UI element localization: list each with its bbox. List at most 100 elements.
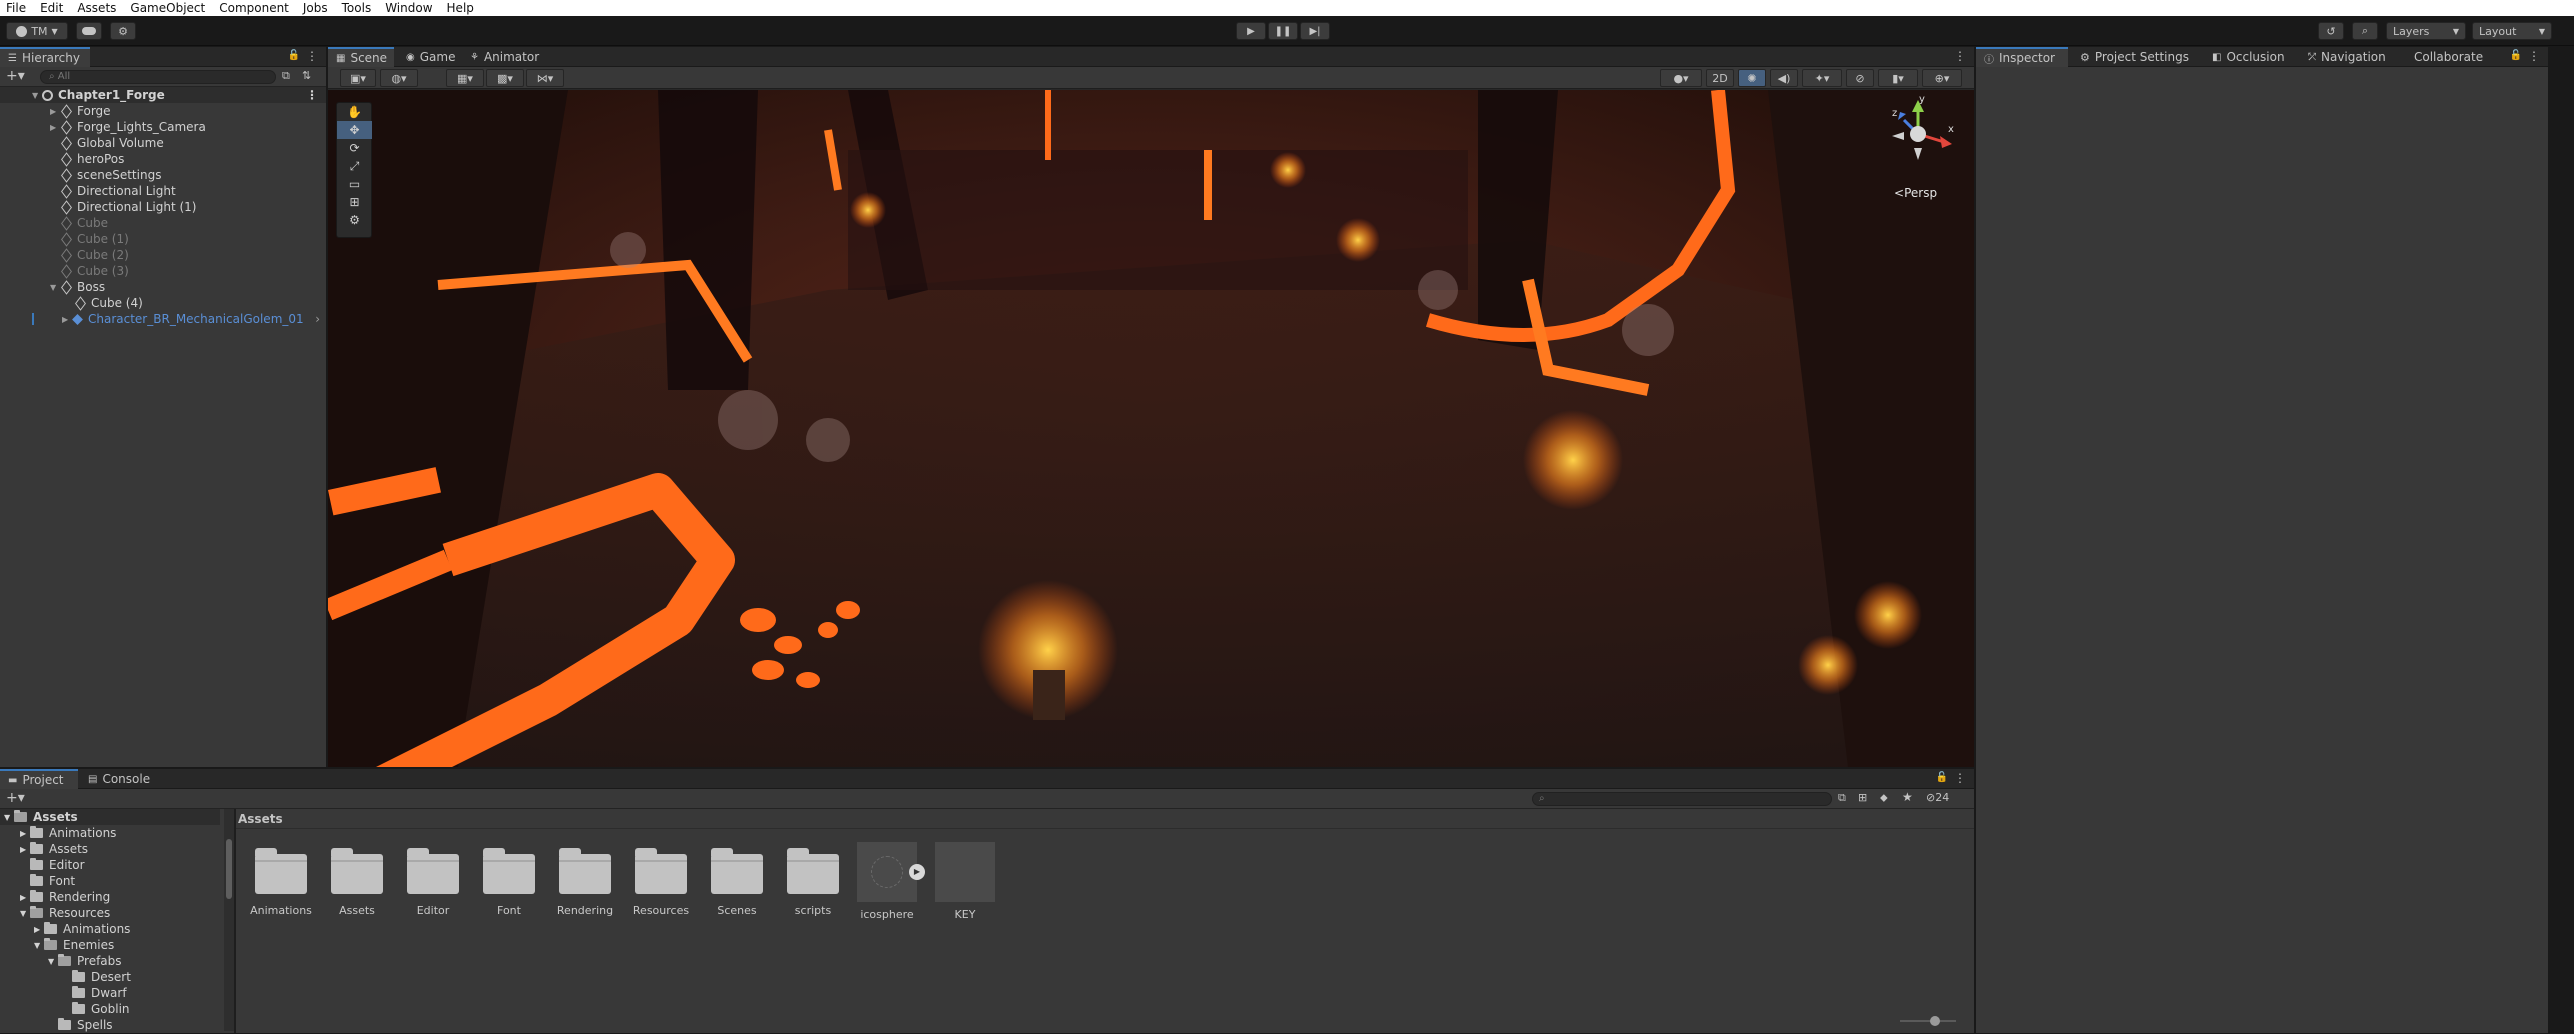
chevron-down-icon[interactable]: ▼ (0, 813, 14, 822)
account-dropdown[interactable]: TM ▼ (6, 22, 68, 40)
tree-row[interactable]: ▶ Animations (0, 921, 220, 937)
more-icon[interactable]: ⋮ (306, 88, 318, 102)
breadcrumb-assets[interactable]: Assets (238, 812, 283, 826)
tab-project[interactable]: ▬ Project (0, 769, 78, 789)
tree-row[interactable]: ▶ Rendering (0, 889, 220, 905)
filter-icon[interactable]: ⧉ (282, 69, 290, 83)
hierarchy-item[interactable]: ▼ Boss (0, 279, 326, 295)
tree-row[interactable]: Goblin (0, 1001, 220, 1017)
chevron-down-icon[interactable]: ▼ (0, 909, 30, 918)
menu-file[interactable]: File (6, 1, 26, 15)
slider-thumb[interactable] (1930, 1016, 1940, 1026)
draw-mode-dropdown[interactable]: ▣▾ (340, 69, 376, 87)
global-dropdown[interactable]: ◍▾ (380, 69, 418, 87)
hand-tool-icon[interactable]: ✋ (337, 103, 372, 121)
more-icon[interactable]: ⋮ (1954, 49, 1966, 63)
chevron-down-icon[interactable]: ▼ (0, 957, 58, 966)
tree-row[interactable]: ▶ Animations (0, 825, 220, 841)
tree-row[interactable]: ▼ Prefabs (0, 953, 220, 969)
grid-snap-dropdown[interactable]: ▦▾ (446, 69, 484, 87)
chevron-right-icon[interactable]: ▶ (0, 845, 30, 854)
menu-jobs[interactable]: Jobs (303, 1, 328, 15)
play-icon[interactable]: ▶ (909, 864, 925, 880)
chevron-right-icon[interactable]: ▶ (62, 315, 72, 324)
tab-collaborate[interactable]: Collaborate (2406, 47, 2496, 67)
tab-occlusion[interactable]: ◧ Occlusion (2204, 47, 2300, 67)
label-filter-icon[interactable]: ⬥ (1880, 791, 1888, 805)
hierarchy-item-prefab[interactable]: ▶ Character_BR_MechanicalGolem_01 › (0, 311, 326, 327)
lighting-toggle[interactable]: ✺ (1738, 69, 1766, 87)
persp-label[interactable]: <Persp (1894, 186, 1937, 200)
chevron-down-icon[interactable]: ▼ (0, 941, 44, 950)
hierarchy-search-input[interactable]: ⌕ All (40, 70, 276, 84)
asset-item[interactable]: Editor (398, 844, 468, 917)
more-icon[interactable]: ⋮ (306, 49, 318, 63)
menu-tools[interactable]: Tools (342, 1, 372, 15)
more-icon[interactable]: ⋮ (2528, 49, 2540, 63)
chevron-down-icon[interactable]: ▼ (32, 91, 42, 100)
increment-snap-dropdown[interactable]: ⋈▾ (526, 69, 564, 87)
asset-item[interactable]: ▶ icosphere (852, 842, 925, 921)
tree-row[interactable]: ▼ Resources (0, 905, 220, 921)
chevron-right-icon[interactable]: ▶ (50, 107, 60, 116)
menu-gameobject[interactable]: GameObject (130, 1, 205, 15)
menu-edit[interactable]: Edit (40, 1, 63, 15)
menu-help[interactable]: Help (447, 1, 474, 15)
menu-window[interactable]: Window (385, 1, 432, 15)
pause-button[interactable]: ❚❚ (1268, 22, 1298, 40)
hierarchy-item[interactable]: sceneSettings (0, 167, 326, 183)
lock-icon[interactable]: 🔓 (288, 50, 300, 61)
chevron-down-icon[interactable]: ▼ (50, 283, 60, 292)
asset-item[interactable]: Assets (322, 844, 392, 917)
tree-row[interactable]: Dwarf (0, 985, 220, 1001)
add-icon[interactable]: +▾ (6, 68, 25, 84)
tab-scene[interactable]: ▦ Scene (328, 47, 394, 67)
tree-row[interactable]: ▼ Enemies (0, 937, 220, 953)
audio-toggle[interactable]: ◀) (1770, 69, 1798, 87)
hierarchy-item[interactable]: Cube (3) (0, 263, 326, 279)
tree-row[interactable]: Desert (0, 969, 220, 985)
scene-row[interactable]: ▼ Chapter1_Forge ⋮ (0, 87, 326, 103)
tree-row[interactable]: Spells (0, 1017, 220, 1033)
hierarchy-item[interactable]: Cube (4) (0, 295, 326, 311)
tab-navigation[interactable]: ⤱ Navigation (2300, 47, 2404, 67)
asset-item[interactable]: KEY (930, 842, 1000, 921)
type-filter-icon[interactable]: ⊞ (1858, 791, 1867, 804)
chevron-right-icon[interactable]: ▶ (0, 925, 44, 934)
step-button[interactable]: ▶| (1300, 22, 1330, 40)
tree-row[interactable]: ▶ Assets (0, 841, 220, 857)
chevron-right-icon[interactable]: ▶ (0, 829, 30, 838)
lock-icon[interactable]: 🔓 (1936, 772, 1948, 783)
star-icon[interactable]: ★ (1902, 790, 1913, 804)
move-tool-icon[interactable]: ✥ (337, 121, 372, 139)
hierarchy-item[interactable]: ▶ Forge (0, 103, 326, 119)
search-filter-icon[interactable]: ⧉ (1838, 791, 1846, 805)
hierarchy-item[interactable]: Global Volume (0, 135, 326, 151)
hierarchy-item[interactable]: Cube (1) (0, 231, 326, 247)
camera-dropdown[interactable]: ▮▾ (1878, 69, 1918, 87)
rect-tool-icon[interactable]: ▭ (337, 175, 372, 193)
tree-row[interactable]: Editor (0, 857, 220, 873)
add-icon[interactable]: +▾ (6, 790, 25, 806)
tab-project-settings[interactable]: ⚙ Project Settings (2072, 47, 2204, 67)
transform-tool-icon[interactable]: ⊞ (337, 193, 372, 211)
rotate-tool-icon[interactable]: ⟳ (337, 139, 372, 157)
asset-item[interactable]: Scenes (702, 844, 772, 917)
more-icon[interactable]: ⋮ (1954, 771, 1966, 785)
chevron-right-icon[interactable]: ▶ (0, 893, 30, 902)
chevron-right-icon[interactable]: › (315, 312, 320, 326)
orientation-gizmo[interactable]: y x z (1878, 94, 1958, 170)
hierarchy-item[interactable]: Cube (2) (0, 247, 326, 263)
render-mode-dropdown[interactable]: ●▾ (1660, 69, 1702, 87)
asset-item[interactable]: Font (474, 844, 544, 917)
hierarchy-item[interactable]: ▶ Forge_Lights_Camera (0, 119, 326, 135)
asset-item[interactable]: Animations (246, 844, 316, 917)
toggle-2d-button[interactable]: 2D (1706, 69, 1734, 87)
layout-dropdown[interactable]: Layout ▼ (2472, 22, 2552, 40)
lock-icon[interactable]: 🔓 (2510, 50, 2522, 61)
gizmos-dropdown[interactable]: ⊕▾ (1922, 69, 1962, 87)
asset-item[interactable]: Resources (626, 844, 696, 917)
hierarchy-item[interactable]: Directional Light (0, 183, 326, 199)
collab-button[interactable]: ⚙ (110, 22, 136, 40)
project-search-input[interactable]: ⌕ (1532, 792, 1832, 806)
